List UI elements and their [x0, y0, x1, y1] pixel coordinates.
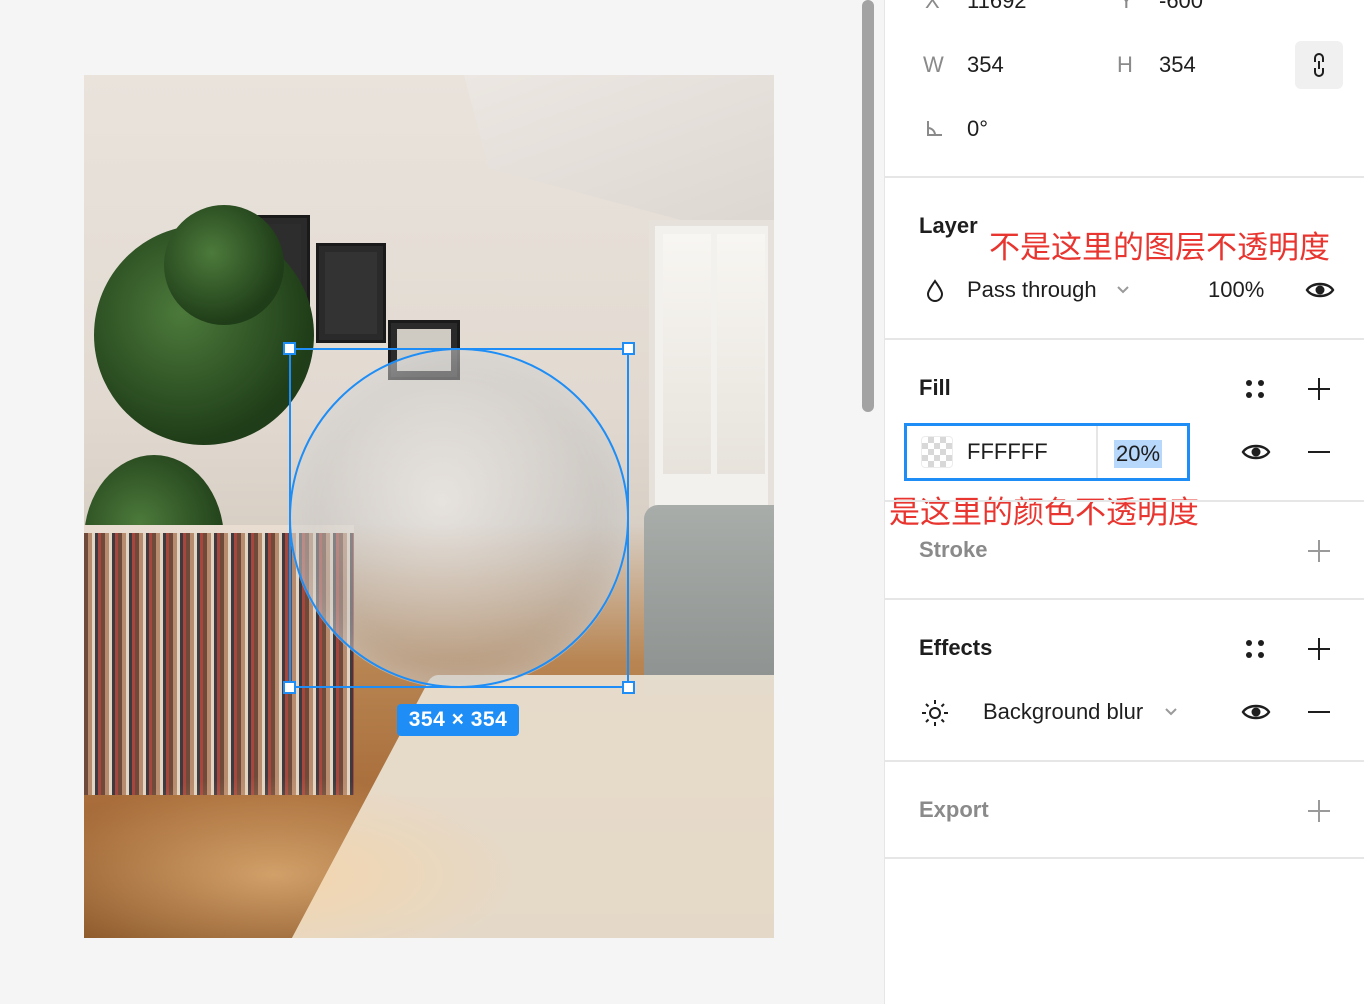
resize-handle-top-right[interactable] [622, 342, 635, 355]
x-label: X [925, 0, 940, 13]
rotation-icon [923, 118, 945, 140]
add-fill-plus-icon[interactable] [1305, 376, 1333, 402]
x-input[interactable]: 11692 [967, 0, 1027, 14]
effect-chevron-down-icon[interactable] [1161, 702, 1181, 722]
add-effect-plus-icon[interactable] [1305, 636, 1333, 662]
properties-panel: X 11692 Y -600 W 354 H 354 0° Layer 不是这里… [884, 0, 1364, 1004]
y-input[interactable]: -600 [1159, 0, 1203, 14]
window [649, 220, 774, 520]
resize-handle-bottom-left[interactable] [283, 681, 296, 694]
fill-annotation: 是这里的颜色不透明度 [889, 495, 1199, 530]
plant-top [164, 205, 284, 325]
canvas-scrollbar[interactable] [862, 0, 874, 412]
w-label: W [923, 52, 944, 77]
export-section-title: Export [919, 797, 989, 822]
chevron-down-icon[interactable] [1113, 280, 1133, 300]
fill-opacity-input[interactable]: 20% [1114, 440, 1163, 468]
sunlight [84, 775, 524, 938]
fill-hex-input[interactable]: FFFFFF [967, 439, 1048, 465]
link-icon [1314, 53, 1324, 77]
resize-handle-top-left[interactable] [283, 342, 296, 355]
remove-effect-minus-icon[interactable] [1305, 700, 1333, 724]
h-input[interactable]: 354 [1159, 52, 1196, 78]
effects-section-title: Effects [919, 635, 993, 660]
layer-annotation: 不是这里的图层不透明度 [989, 230, 1330, 265]
remove-fill-minus-icon[interactable] [1305, 440, 1333, 464]
dimension-badge: 354 × 354 [397, 704, 519, 736]
fill-color-swatch[interactable] [921, 436, 953, 468]
fill-section-title: Fill [919, 375, 951, 400]
blend-mode-dropdown[interactable]: Pass through [967, 277, 1097, 303]
resize-handle-bottom-right[interactable] [622, 681, 635, 694]
selection-ellipse-outline [289, 348, 629, 688]
layer-opacity-input[interactable]: 100% [1208, 277, 1264, 303]
effect-settings-sun-icon[interactable] [919, 698, 951, 728]
add-stroke-plus-icon[interactable] [1305, 538, 1333, 564]
poster-middle [316, 243, 386, 343]
design-canvas[interactable]: 354 × 354 [0, 0, 860, 1004]
rotation-input[interactable]: 0° [967, 116, 988, 142]
w-input[interactable]: 354 [967, 52, 1004, 78]
layer-visibility-eye-icon[interactable] [1303, 276, 1337, 304]
constrain-proportions-button[interactable] [1295, 41, 1343, 89]
effect-styles-grid-icon[interactable] [1241, 636, 1269, 662]
effect-visibility-eye-icon[interactable] [1239, 698, 1273, 726]
stroke-section-title: Stroke [919, 537, 988, 562]
add-export-plus-icon[interactable] [1305, 798, 1333, 824]
effect-type-dropdown[interactable]: Background blur [983, 699, 1143, 725]
h-label: H [1117, 52, 1133, 77]
blend-drop-icon [923, 278, 947, 304]
y-label: Y [1119, 0, 1134, 13]
fill-visibility-eye-icon[interactable] [1239, 438, 1273, 466]
fill-row[interactable]: FFFFFF 20% [904, 423, 1190, 481]
layer-section-title: Layer [919, 213, 978, 238]
sofa [644, 505, 774, 695]
fill-styles-grid-icon[interactable] [1241, 376, 1269, 402]
